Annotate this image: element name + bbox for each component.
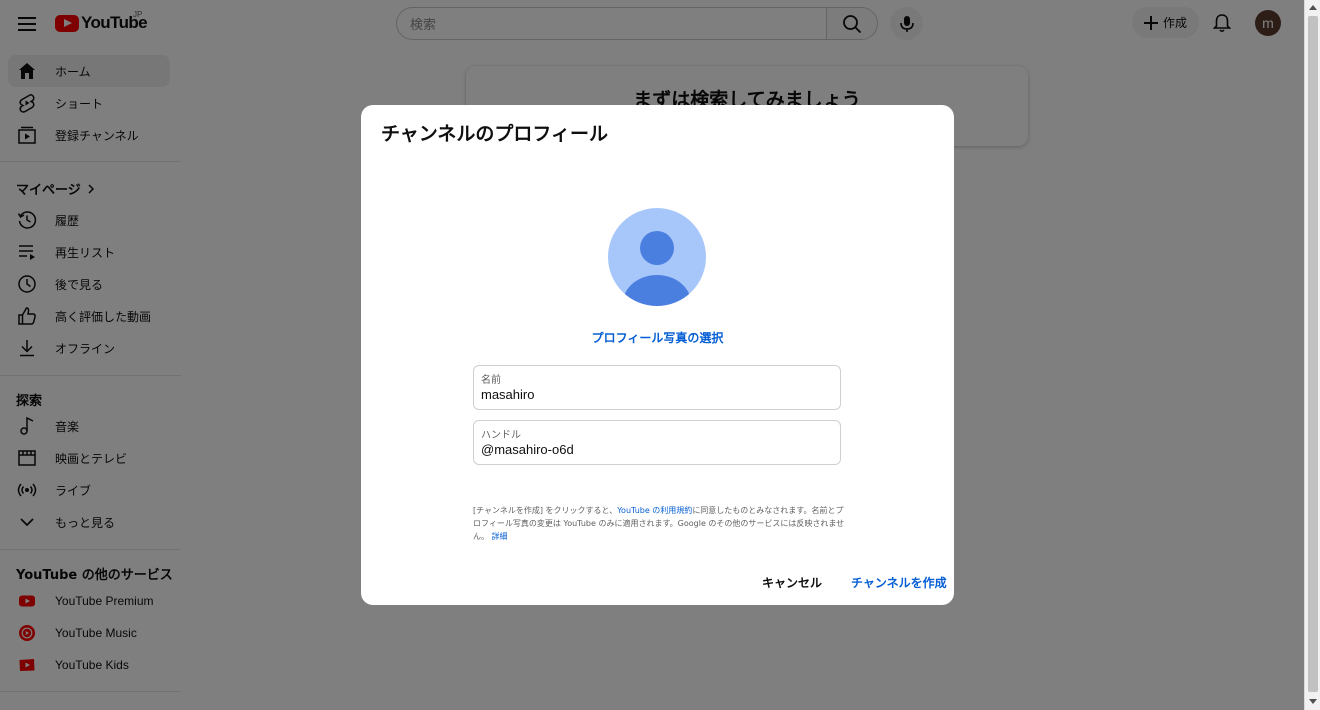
handle-field[interactable]: ハンドル @masahiro-o6d bbox=[473, 420, 841, 465]
scrollbar-thumb[interactable] bbox=[1308, 16, 1318, 692]
dialog-title: チャンネルのプロフィール bbox=[381, 123, 609, 145]
select-profile-photo-link[interactable]: プロフィール写真の選択 bbox=[361, 329, 954, 346]
terms-notice: [チャンネルを作成] をクリックすると、YouTube の利用規約に同意したもの… bbox=[473, 504, 845, 543]
scroll-down-arrow-icon[interactable] bbox=[1309, 699, 1317, 704]
page-scrollbar[interactable] bbox=[1304, 0, 1320, 710]
channel-profile-dialog: チャンネルのプロフィール プロフィール写真の選択 名前 masahiro ハンド… bbox=[361, 105, 954, 605]
scroll-up-arrow-icon[interactable] bbox=[1309, 5, 1317, 10]
name-field[interactable]: 名前 masahiro bbox=[473, 365, 841, 410]
terms-text-1: [チャンネルを作成] をクリックすると、 bbox=[473, 506, 618, 515]
cancel-button[interactable]: キャンセル bbox=[762, 574, 822, 591]
default-person-icon bbox=[623, 231, 691, 306]
learn-more-link[interactable]: 詳細 bbox=[492, 532, 508, 541]
handle-field-value[interactable]: @masahiro-o6d bbox=[481, 442, 574, 457]
create-channel-button[interactable]: チャンネルを作成 bbox=[851, 574, 947, 591]
handle-field-label: ハンドル bbox=[481, 430, 521, 441]
name-field-label: 名前 bbox=[481, 375, 501, 386]
terms-of-service-link[interactable]: YouTube の利用規約 bbox=[617, 506, 692, 515]
profile-photo-avatar[interactable] bbox=[608, 208, 706, 306]
name-field-value[interactable]: masahiro bbox=[481, 387, 534, 402]
